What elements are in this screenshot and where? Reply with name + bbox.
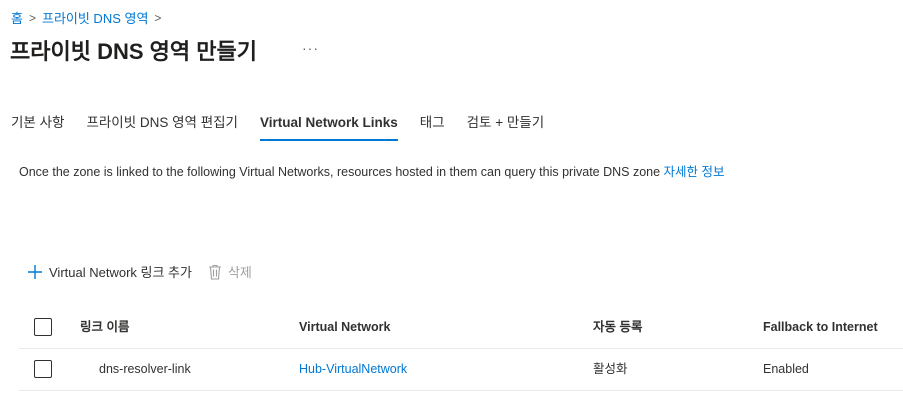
tab-review-create[interactable]: 검토 + 만들기 <box>456 113 556 141</box>
delete-button[interactable]: 삭제 <box>208 262 252 281</box>
column-header-virtual-network[interactable]: Virtual Network <box>299 307 390 348</box>
plus-icon <box>27 264 43 280</box>
tab-basics[interactable]: 기본 사항 <box>0 113 75 141</box>
tab-virtual-network-links[interactable]: Virtual Network Links <box>249 113 409 141</box>
add-virtual-network-link-button[interactable]: Virtual Network 링크 추가 <box>27 262 192 281</box>
auto-registration-cell: 활성화 <box>593 362 628 376</box>
table-row: dns-resolver-link Hub-VirtualNetwork 활성화… <box>19 349 903 391</box>
description-text: Once the zone is linked to the following… <box>19 163 749 182</box>
link-name-cell: dns-resolver-link <box>99 362 191 376</box>
tab-tags[interactable]: 태그 <box>409 113 456 141</box>
column-header-auto-registration[interactable]: 자동 등록 <box>593 307 642 348</box>
description-body: Once the zone is linked to the following… <box>19 165 664 179</box>
learn-more-link[interactable]: 자세한 정보 <box>664 165 725 179</box>
chevron-right-icon: > <box>154 10 162 25</box>
add-virtual-network-link-label: Virtual Network 링크 추가 <box>49 265 192 280</box>
tab-dns-zone-editor[interactable]: 프라이빗 DNS 영역 편집기 <box>75 113 249 141</box>
breadcrumb-private-dns-zone-link[interactable]: 프라이빗 DNS 영역 <box>42 8 148 27</box>
command-bar: Virtual Network 링크 추가 삭제 <box>27 262 252 281</box>
tab-bar: 기본 사항 프라이빗 DNS 영역 편집기 Virtual Network Li… <box>0 113 555 141</box>
virtual-network-links-table: 링크 이름 Virtual Network 자동 등록 Fallback to … <box>19 307 903 391</box>
column-header-fallback[interactable]: Fallback to Internet <box>763 307 878 348</box>
more-options-button[interactable]: ··· <box>302 40 319 56</box>
trash-icon <box>208 264 222 280</box>
chevron-right-icon: > <box>28 10 36 25</box>
breadcrumb-home-link[interactable]: 홈 <box>11 8 23 27</box>
table-header-row: 링크 이름 Virtual Network 자동 등록 Fallback to … <box>19 307 903 349</box>
row-select-checkbox[interactable] <box>34 360 52 378</box>
virtual-network-link[interactable]: Hub-VirtualNetwork <box>299 349 407 390</box>
column-header-link-name[interactable]: 링크 이름 <box>80 307 129 348</box>
breadcrumb: 홈 > 프라이빗 DNS 영역 > <box>11 8 161 27</box>
page-title: 프라이빗 DNS 영역 만들기 <box>10 39 257 64</box>
delete-label: 삭제 <box>227 265 252 280</box>
fallback-cell: Enabled <box>763 362 809 376</box>
select-all-checkbox[interactable] <box>34 318 52 336</box>
